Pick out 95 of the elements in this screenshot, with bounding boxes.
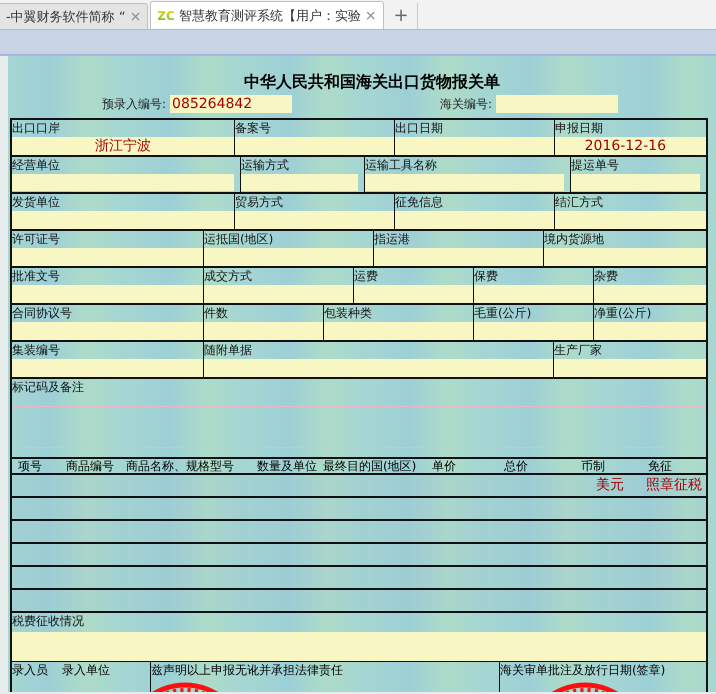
logo-icon: ZC: [157, 8, 175, 22]
input-field[interactable]: [324, 322, 473, 340]
input-field[interactable]: 浙江宁波: [12, 137, 234, 155]
field-label: 录入员: [12, 662, 48, 679]
column-header: 商品名称、规格型号: [126, 459, 235, 473]
field-label: 境内货源地: [544, 231, 605, 248]
column-header: 免征: [648, 459, 672, 473]
input-field[interactable]: [395, 211, 554, 229]
input-field[interactable]: [555, 211, 706, 229]
browser-tab[interactable]: -中翼财务软件简称 “ ×: [0, 3, 148, 29]
field-label: 生产厂家: [554, 342, 603, 359]
field-label: 杂费: [594, 268, 619, 285]
input-field[interactable]: [474, 285, 593, 303]
exemption-value: 照章征税: [646, 476, 702, 495]
field-label: 海关编号:: [440, 96, 492, 112]
field-label: 税费征收情况: [12, 613, 85, 630]
item-row[interactable]: [12, 498, 706, 521]
field-label: 贸易方式: [235, 194, 284, 211]
input-field[interactable]: [374, 248, 543, 266]
input-field[interactable]: [204, 248, 373, 266]
item-row[interactable]: 美元 照章征税: [12, 475, 706, 498]
field-label: 结汇方式: [555, 194, 604, 211]
pre-entry-field[interactable]: 085264842: [170, 95, 292, 113]
column-header: 总价: [504, 459, 529, 473]
input-field[interactable]: [571, 174, 700, 191]
field-label: 申报日期: [555, 120, 604, 137]
input-field[interactable]: [395, 137, 554, 155]
field-label: 成交方式: [204, 268, 253, 285]
form-title: 中华人民共和国海关出口货物报关单: [243, 71, 501, 93]
browser-tab[interactable]: ZC 智慧教育测评系统【用户：实验 ×: [150, 1, 384, 29]
input-field[interactable]: [204, 322, 323, 340]
field-label: 许可证号: [12, 231, 61, 248]
field-label: 录入单位: [62, 662, 110, 679]
column-header: 项号: [18, 459, 43, 473]
field-label: 毛重(公斤): [474, 305, 532, 322]
field-label: 海关审单批注及放行日期(签章): [500, 663, 666, 677]
field-label: 运费: [354, 268, 379, 285]
input-field[interactable]: [12, 285, 203, 303]
field-label: 批准文号: [12, 268, 61, 285]
field-label: 预录入编号:: [102, 96, 166, 112]
input-field[interactable]: [241, 174, 358, 191]
field-label: 件数: [204, 305, 229, 322]
column-header: 币制: [581, 459, 606, 473]
item-row[interactable]: [12, 544, 706, 567]
input-field[interactable]: [12, 211, 234, 229]
field-label: 经营单位: [12, 157, 61, 174]
field-label: 指运港: [374, 231, 411, 248]
remarks-field[interactable]: [12, 406, 706, 448]
close-icon[interactable]: ×: [364, 8, 377, 24]
item-row[interactable]: [12, 590, 706, 613]
column-header: 最终目的国(地区): [323, 459, 418, 473]
field-label: 出口日期: [395, 120, 444, 137]
input-field[interactable]: [544, 248, 706, 266]
field-label: 标记码及备注: [12, 379, 85, 396]
field-label: 提运单号: [571, 157, 620, 174]
tab-title: -中翼财务软件简称 “: [6, 8, 126, 26]
field-label: 发货单位: [12, 194, 61, 211]
field-label: 运抵国(地区): [204, 231, 274, 248]
item-row[interactable]: [12, 567, 706, 590]
field-label: 备案号: [235, 120, 272, 137]
input-field[interactable]: [204, 285, 353, 303]
input-field[interactable]: [12, 632, 706, 661]
input-field[interactable]: [554, 359, 706, 377]
column-header: 数量及单位: [257, 459, 318, 473]
field-label: 运输方式: [241, 157, 290, 174]
field-label: 集装编号: [12, 342, 61, 359]
input-field[interactable]: [12, 322, 203, 340]
customs-number-field[interactable]: [496, 95, 618, 113]
field-label: 运输工具名称: [365, 157, 438, 174]
declaration-text: 兹声明以上申报无讹并承担法律责任: [151, 663, 343, 677]
column-header: 单价: [432, 459, 457, 473]
input-field[interactable]: [474, 322, 593, 340]
input-field[interactable]: [354, 285, 473, 303]
input-field[interactable]: [235, 137, 394, 155]
field-label: 征免信息: [395, 194, 444, 211]
field-label: 合同协议号: [12, 305, 73, 322]
field-label: 包装种类: [324, 305, 373, 322]
new-tab-button[interactable]: +: [386, 3, 418, 29]
field-label: 净重(公斤): [594, 305, 652, 322]
input-field[interactable]: [235, 211, 394, 229]
field-label: 随附单据: [204, 342, 253, 359]
item-row[interactable]: [12, 521, 706, 544]
input-field[interactable]: 2016-12-16: [555, 137, 706, 155]
field-label: 保费: [474, 268, 499, 285]
currency-value: 美元: [596, 476, 624, 495]
column-header: 商品编号: [66, 459, 115, 473]
input-field[interactable]: [365, 174, 564, 191]
input-field[interactable]: [594, 285, 706, 303]
tab-title: 智慧教育测评系统【用户：实验: [178, 8, 361, 24]
input-field[interactable]: [12, 174, 234, 191]
input-field[interactable]: [12, 359, 203, 377]
input-field[interactable]: [204, 359, 553, 377]
input-field[interactable]: [594, 322, 706, 340]
input-field[interactable]: [12, 248, 203, 266]
field-label: 出口口岸: [12, 120, 61, 137]
